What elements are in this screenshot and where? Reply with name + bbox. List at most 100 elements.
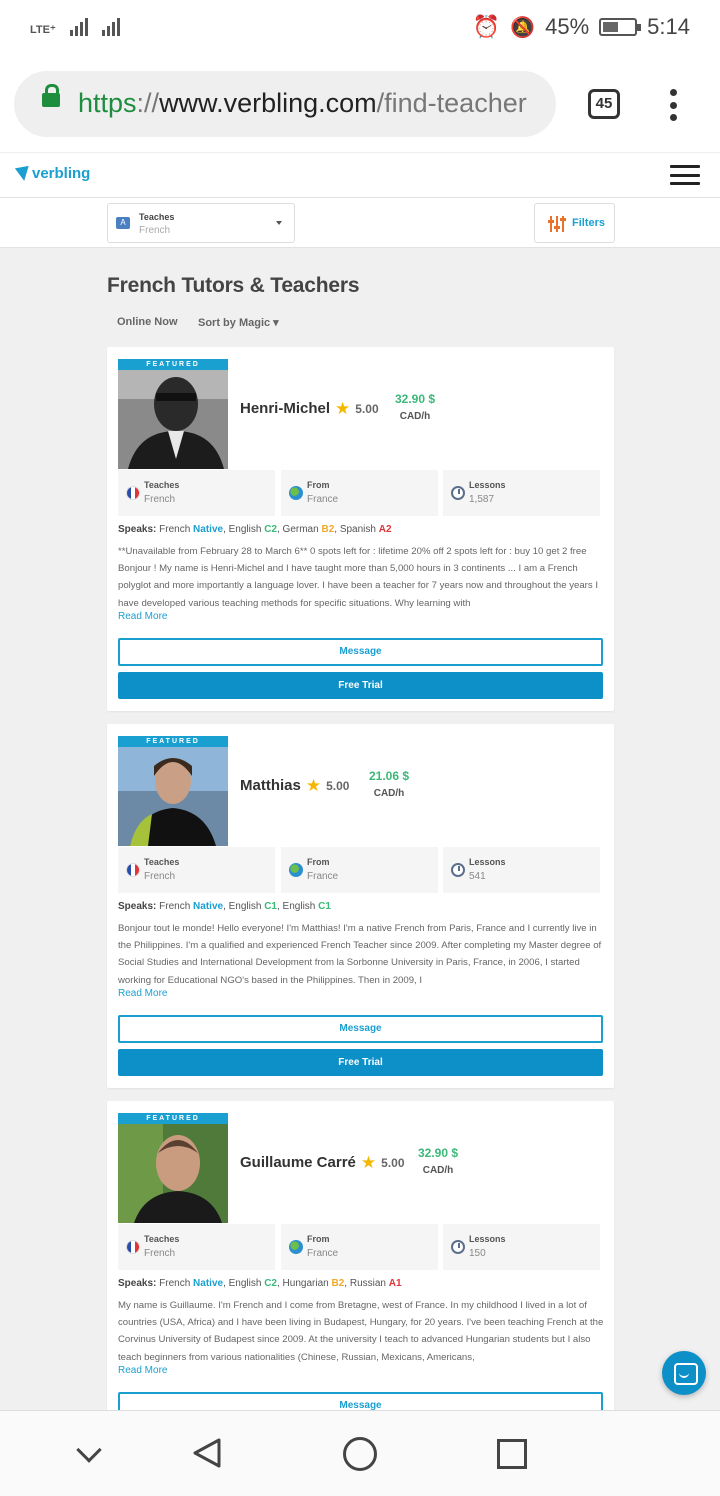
tutor-card: FEATURED Matthias ★ 5.00 21.06 $ CAD/h T… [107, 724, 614, 1088]
tutor-description: My name is Guillaume. I'm French and I c… [118, 1300, 604, 1363]
url-separator: :// [136, 88, 160, 118]
stopwatch-icon [451, 863, 465, 877]
sort-dropdown[interactable]: Sort by Magic ▾ [198, 316, 279, 329]
speaks-level: C1 [318, 901, 331, 912]
info-label: Lessons [469, 857, 506, 867]
speaks-level: C1 [264, 901, 277, 912]
hide-keyboard-chevron-icon[interactable] [76, 1437, 102, 1463]
speaks-list: French Native, English C2, German B2, Sp… [159, 524, 391, 535]
stopwatch-icon [451, 1240, 465, 1254]
back-icon[interactable] [192, 1437, 222, 1469]
speaks-level: B2 [331, 1278, 345, 1289]
recent-apps-icon[interactable] [497, 1439, 527, 1469]
battery-icon [599, 18, 642, 36]
featured-badge: FEATURED [118, 736, 228, 747]
info-value: France [307, 494, 339, 505]
bell-off-icon: 🔕 [510, 16, 536, 39]
info-value: French [144, 494, 176, 505]
online-now-filter[interactable]: Online Now [117, 316, 178, 328]
speaks-list: French Native, English C1, English C1 [159, 901, 331, 912]
logo[interactable]: verbling [14, 165, 90, 182]
price-block: 32.90 $ CAD/h [395, 392, 435, 422]
teaches-dropdown-label: Teaches [139, 212, 175, 222]
speaks-language: Russian [347, 1278, 389, 1289]
speaks-level: Native [193, 1278, 224, 1289]
url-path: /find-teacher [376, 88, 527, 118]
speaks-language: French [159, 524, 194, 535]
speaks-language: English [225, 524, 265, 535]
tutor-price: 32.90 $ [395, 392, 436, 406]
star-icon: ★ [360, 1153, 377, 1172]
price-block: 32.90 $ CAD/h [418, 1146, 458, 1176]
tab-switcher-button[interactable]: 45 [588, 89, 620, 119]
speaks-line: Speaks: French Native, English C2, Hunga… [118, 1278, 402, 1289]
info-label: Lessons [469, 1234, 506, 1244]
speaks-level: A2 [378, 524, 392, 535]
message-button[interactable]: Message [118, 638, 603, 666]
filter-row: A Teaches French Filters [0, 198, 720, 248]
info-value: 1,587 [469, 494, 495, 505]
logo-mark-icon [14, 165, 32, 182]
info-from: From France [281, 847, 438, 893]
price-unit: CAD/h [422, 1165, 454, 1176]
speaks-language: German [279, 524, 322, 535]
info-label: From [307, 480, 330, 490]
info-label: Teaches [144, 480, 180, 490]
speaks-level: C2 [264, 524, 277, 535]
read-more-link[interactable]: Read More [118, 988, 167, 999]
tutor-name[interactable]: Guillaume Carré [240, 1154, 356, 1171]
signal-area: LTE⁺ [30, 14, 120, 36]
tutor-photo[interactable]: FEATURED [118, 736, 228, 846]
site-header: verbling [0, 152, 720, 198]
tutor-card: FEATURED Henri-Michel ★ 5.00 32.90 $ CAD… [107, 347, 614, 711]
more-menu-icon[interactable] [668, 89, 678, 121]
tutor-name[interactable]: Matthias [240, 777, 301, 794]
france-flag-icon [126, 486, 140, 500]
page-title: French Tutors & Teachers [107, 274, 360, 297]
info-label: From [307, 857, 330, 867]
info-teaches: Teaches French [118, 847, 275, 893]
speaks-list: French Native, English C2, Hungarian B2,… [159, 1278, 401, 1289]
home-icon[interactable] [343, 1437, 377, 1471]
message-button[interactable]: Message [118, 1015, 603, 1043]
sliders-icon [548, 216, 566, 232]
tutor-photo[interactable]: FEATURED [118, 359, 228, 469]
hamburger-menu-icon[interactable] [670, 165, 700, 185]
speaks-level: Native [193, 524, 224, 535]
price-block: 21.06 $ CAD/h [369, 769, 409, 799]
free-trial-button[interactable]: Free Trial [118, 672, 603, 699]
url-text[interactable]: https://www.verbling.com/find-teacher [78, 88, 527, 119]
info-lessons: Lessons 541 [443, 847, 600, 893]
info-value: French [144, 871, 176, 882]
info-lessons: Lessons 1,587 [443, 470, 600, 516]
chevron-down-icon [276, 221, 282, 225]
speaks-label: Speaks: [118, 1278, 157, 1289]
speaks-line: Speaks: French Native, English C1, Engli… [118, 901, 331, 912]
info-value: 150 [469, 1248, 486, 1259]
info-label: Lessons [469, 480, 506, 490]
free-trial-button[interactable]: Free Trial [118, 1049, 603, 1076]
tutor-photo[interactable]: FEATURED [118, 1113, 228, 1223]
url-host: www.verbling.com [159, 88, 377, 118]
filters-button[interactable]: Filters [534, 203, 615, 243]
tutor-rating: 5.00 [326, 778, 350, 793]
featured-badge: FEATURED [118, 359, 228, 370]
teaches-dropdown[interactable]: A Teaches French [107, 203, 295, 243]
france-flag-icon [126, 863, 140, 877]
tutor-price: 32.90 $ [418, 1146, 459, 1160]
tutor-description: **Unavailable from February 28 to March … [118, 546, 598, 609]
read-more-link[interactable]: Read More [118, 611, 167, 622]
speaks-language: Spanish [337, 524, 379, 535]
tutor-name[interactable]: Henri-Michel [240, 400, 330, 417]
speaks-language: English [279, 901, 319, 912]
read-more-link[interactable]: Read More [118, 1365, 167, 1376]
network-type: LTE⁺ [30, 24, 56, 36]
speaks-label: Speaks: [118, 524, 157, 535]
speaks-language: French [159, 901, 194, 912]
speaks-language: French [159, 1278, 194, 1289]
price-unit: CAD/h [399, 411, 431, 422]
url-bar[interactable]: https://www.verbling.com/find-teacher [14, 71, 556, 137]
chat-launcher-icon[interactable] [662, 1351, 706, 1395]
globe-icon [289, 1240, 303, 1254]
tutor-rating: 5.00 [355, 401, 379, 416]
